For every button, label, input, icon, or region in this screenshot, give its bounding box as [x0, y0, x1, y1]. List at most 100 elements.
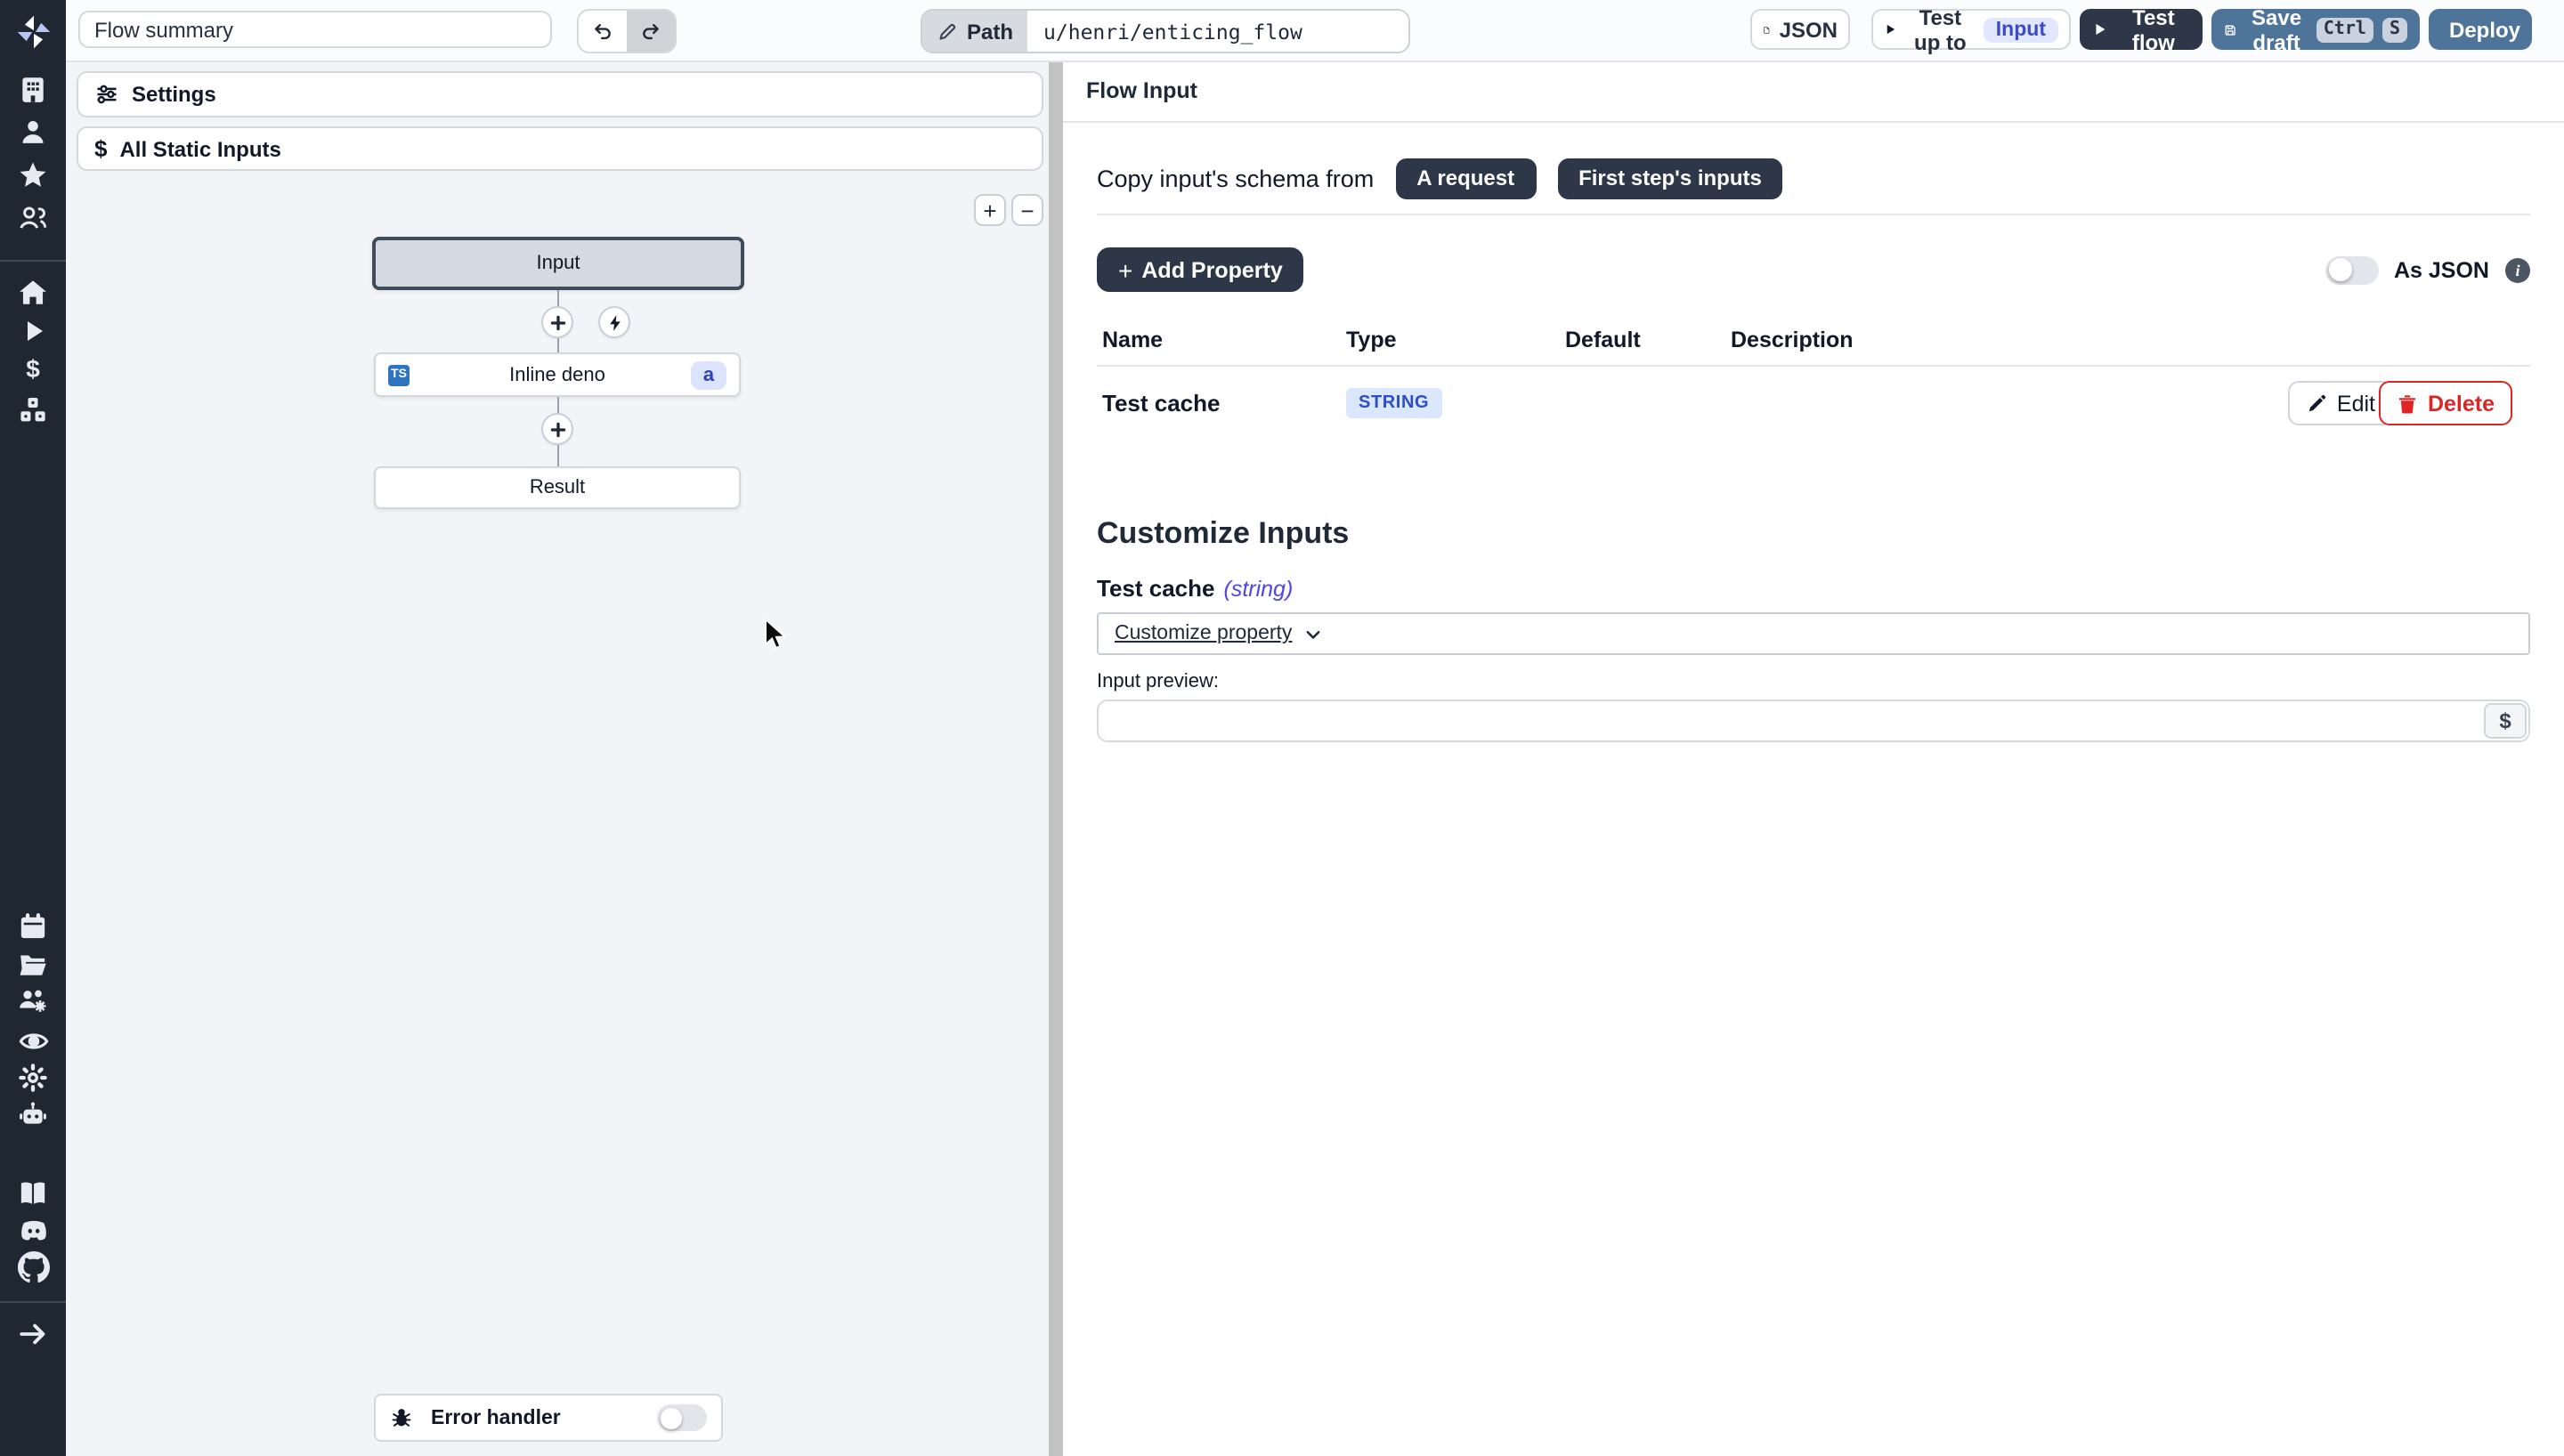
flow-edge [557, 397, 559, 413]
input-preview-label: Input preview: [1097, 671, 2530, 692]
undo-icon [591, 20, 614, 43]
schedules-calendar-icon[interactable] [0, 911, 66, 942]
groups-icon[interactable] [0, 203, 66, 233]
mouse-cursor [764, 618, 789, 653]
flow-node-input[interactable]: Input [372, 237, 744, 290]
flow-node-result[interactable]: Result [374, 466, 741, 509]
plus-icon: + [1118, 255, 1132, 284]
workers-group-icon[interactable] [0, 986, 66, 1016]
pane-splitter[interactable] [1049, 61, 1063, 1456]
docs-book-icon[interactable] [0, 1178, 66, 1209]
flow-summary-input[interactable] [78, 11, 552, 48]
customize-property-box: Customize property [1097, 612, 2530, 655]
pencil-icon [2307, 392, 2328, 414]
typescript-icon: TS [388, 364, 410, 385]
edit-property-button[interactable]: Edit [2289, 381, 2393, 425]
runs-play-icon[interactable] [0, 317, 66, 345]
ai-bot-icon[interactable] [0, 1100, 66, 1130]
insert-variable-dollar-button[interactable]: $ [2484, 703, 2527, 739]
flow-settings-button[interactable]: Settings [77, 71, 1043, 117]
path-label[interactable]: Path [922, 11, 1027, 52]
collapse-arrow-icon[interactable] [0, 1319, 66, 1349]
kbd-ctrl: Ctrl [2317, 17, 2373, 42]
copy-schema-first-step-button[interactable]: First step's inputs [1557, 158, 1783, 198]
path-field-group: Path [921, 9, 1410, 53]
col-default: Default [1565, 328, 1731, 352]
json-file-icon [1763, 19, 1771, 40]
add-property-row: + Add Property As JSON i [1097, 247, 2530, 292]
settings-gear-icon[interactable] [0, 1063, 66, 1093]
save-icon [2224, 19, 2236, 40]
property-type-badge: STRING [1346, 388, 1441, 418]
zoom-out-button[interactable]: − [1011, 194, 1043, 226]
test-flow-button[interactable]: Test flow [2080, 9, 2203, 50]
pane-title: Flow Input [1063, 61, 2564, 103]
windmill-logo-icon[interactable] [0, 12, 66, 52]
bolt-icon [604, 312, 624, 332]
toggle-knob [2328, 258, 2351, 281]
resources-cubes-icon[interactable] [0, 395, 66, 425]
toggle-knob [661, 1407, 682, 1428]
plus-icon [548, 419, 567, 439]
as-json-control: As JSON i [2325, 255, 2530, 284]
workspace-icon[interactable] [0, 75, 66, 105]
insert-step-button[interactable] [541, 413, 573, 445]
zoom-in-button[interactable]: + [974, 194, 1006, 226]
flow-edge [557, 445, 559, 466]
windmill-flow-editor: $ [0, 0, 2564, 1456]
sliders-icon [94, 82, 119, 107]
sidebar-divider [0, 260, 66, 262]
discord-icon[interactable] [0, 1216, 66, 1248]
input-preview-field-wrap: $ [1097, 700, 2530, 742]
trash-icon [2398, 392, 2419, 414]
chevron-down-icon[interactable] [1302, 624, 1322, 643]
favorites-star-icon[interactable] [0, 160, 66, 190]
app-sidebar: $ [0, 0, 66, 1456]
save-draft-button[interactable]: Save draft Ctrl S [2211, 9, 2420, 50]
col-name: Name [1102, 328, 1346, 352]
undo-button[interactable] [579, 11, 627, 52]
plus-icon [548, 312, 567, 332]
delete-property-button[interactable]: Delete [2380, 381, 2512, 425]
info-icon[interactable]: i [2505, 257, 2530, 282]
copy-schema-request-button[interactable]: A request [1395, 158, 1536, 198]
path-input[interactable] [1027, 11, 1408, 52]
step-id-badge: a [691, 360, 726, 389]
error-handler-node[interactable]: Error handler [374, 1394, 723, 1442]
sidebar-divider [0, 1301, 66, 1303]
insert-step-button[interactable] [541, 306, 573, 338]
test-up-to-target-badge[interactable]: Input [1984, 17, 2058, 42]
divider [1063, 121, 2564, 123]
all-static-inputs-button[interactable]: $ All Static Inputs [77, 126, 1043, 171]
folders-icon[interactable] [0, 949, 66, 979]
deploy-button[interactable]: Deploy [2429, 9, 2532, 50]
flow-node-step[interactable]: TS Inline deno a [374, 352, 741, 397]
divider [1097, 365, 2530, 367]
test-up-to-button[interactable]: Test up to Input [1871, 9, 2071, 50]
github-icon[interactable] [0, 1251, 66, 1283]
add-property-button[interactable]: + Add Property [1097, 247, 1304, 292]
input-preview-field[interactable] [1097, 700, 2530, 742]
flow-edge [557, 290, 559, 306]
pencil-icon [937, 20, 958, 42]
customize-property-link[interactable]: Customize property [1115, 623, 1292, 644]
json-button[interactable]: JSON [1750, 9, 1850, 50]
schema-table-header: Name Type Default Description [1097, 328, 2530, 352]
divider [1097, 214, 2530, 215]
kbd-s: S [2382, 17, 2407, 42]
flow-input-pane: Flow Input Copy input's schema from A re… [1063, 61, 2564, 1456]
audit-eye-icon[interactable] [0, 1025, 66, 1057]
flow-edge [557, 338, 559, 352]
redo-button[interactable] [627, 11, 675, 52]
customize-inputs-title: Customize Inputs [1097, 516, 2530, 552]
trigger-bolt-button[interactable] [598, 306, 630, 338]
as-json-toggle[interactable] [2325, 255, 2378, 284]
flow-graph-pane: Settings $ All Static Inputs + − Input T… [66, 61, 1049, 1456]
undo-redo-group [577, 9, 677, 53]
variables-dollar-icon[interactable]: $ [0, 356, 66, 383]
play-icon [2092, 20, 2108, 39]
error-handler-toggle[interactable] [657, 1404, 707, 1431]
property-type: (string) [1224, 577, 1294, 602]
user-icon[interactable] [0, 117, 66, 148]
home-icon[interactable] [0, 278, 66, 308]
